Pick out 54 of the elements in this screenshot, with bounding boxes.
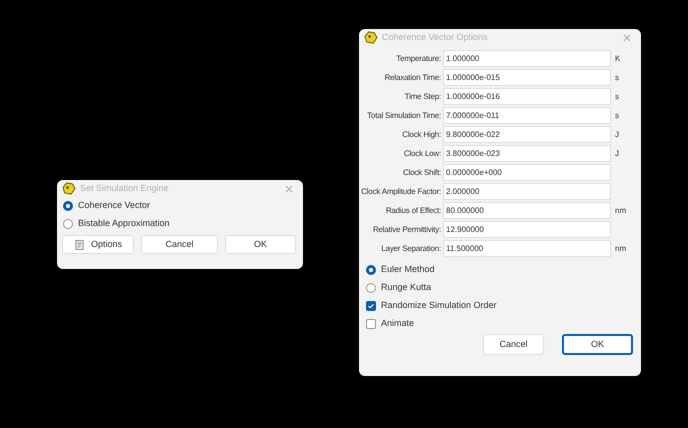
text-field[interactable]: 9.800000e-022 bbox=[443, 126, 611, 143]
radio-button[interactable] bbox=[63, 201, 73, 211]
checkbox-label: Randomize Simulation Order bbox=[381, 299, 497, 312]
unit-label: J bbox=[614, 128, 620, 140]
field-label: Relative Permittivity: bbox=[372, 224, 442, 236]
unit-label: s bbox=[614, 72, 620, 84]
unit-label: nm bbox=[614, 242, 628, 254]
app-logo-icon bbox=[61, 182, 76, 195]
close-icon[interactable] bbox=[285, 184, 293, 192]
radio-label: Coherence Vector bbox=[78, 199, 150, 212]
ok-button[interactable]: OK bbox=[225, 235, 296, 254]
options-button[interactable]: Options bbox=[62, 235, 134, 254]
checkbox-label: Animate bbox=[381, 317, 414, 330]
text-field[interactable]: 1.000000e-015 bbox=[443, 69, 611, 86]
cancel-button[interactable]: Cancel bbox=[483, 334, 544, 355]
close-icon[interactable] bbox=[623, 34, 631, 42]
radio-button[interactable] bbox=[366, 283, 376, 293]
text-field[interactable]: 80.000000 bbox=[443, 202, 611, 219]
field-label: Relaxation Time: bbox=[384, 72, 442, 84]
cancel-button[interactable]: Cancel bbox=[141, 235, 218, 254]
checkbox[interactable] bbox=[366, 319, 376, 329]
unit-label: nm bbox=[614, 204, 628, 216]
field-label: Clock Shift: bbox=[402, 166, 442, 178]
clipboard-icon bbox=[74, 239, 85, 250]
radio-label: Euler Method bbox=[381, 263, 435, 276]
window-title: Set Simulation Engine bbox=[80, 182, 169, 195]
text-field[interactable]: 0.000000e+000 bbox=[443, 164, 611, 181]
text-field[interactable]: 1.000000e-016 bbox=[443, 88, 611, 105]
field-label: Layer Separation: bbox=[380, 242, 442, 254]
ok-button[interactable]: OK bbox=[562, 334, 633, 355]
unit-label: s bbox=[614, 110, 620, 122]
radio-label: Runge Kutta bbox=[381, 281, 432, 294]
radio-button[interactable] bbox=[63, 219, 73, 229]
text-field[interactable]: 12.900000 bbox=[443, 221, 611, 238]
field-label: Temperature: bbox=[395, 52, 442, 64]
radio-button[interactable] bbox=[366, 265, 376, 275]
field-label: Radius of Effect: bbox=[384, 204, 442, 216]
unit-label: K bbox=[614, 52, 622, 64]
text-field[interactable]: 1.000000 bbox=[443, 50, 611, 67]
window-title: Coherence Vector Options bbox=[382, 30, 488, 44]
text-field[interactable]: 7.000000e-011 bbox=[443, 107, 611, 124]
field-label: Clock Low: bbox=[402, 148, 442, 160]
field-label: Clock High: bbox=[401, 128, 442, 140]
text-field[interactable]: 11.500000 bbox=[443, 240, 611, 257]
text-field[interactable]: 3.800000e-023 bbox=[443, 145, 611, 162]
app-logo-icon bbox=[363, 31, 378, 44]
checkbox[interactable] bbox=[366, 301, 376, 311]
field-label: Time Step: bbox=[404, 90, 442, 102]
unit-label: J bbox=[614, 148, 620, 160]
unit-label: s bbox=[614, 90, 620, 102]
text-field[interactable]: 2.000000 bbox=[443, 183, 611, 200]
radio-label: Bistable Approximation bbox=[78, 217, 170, 230]
field-label: Total Simulation Time: bbox=[366, 110, 442, 122]
field-label: Clock Amplitude Factor: bbox=[360, 186, 442, 198]
